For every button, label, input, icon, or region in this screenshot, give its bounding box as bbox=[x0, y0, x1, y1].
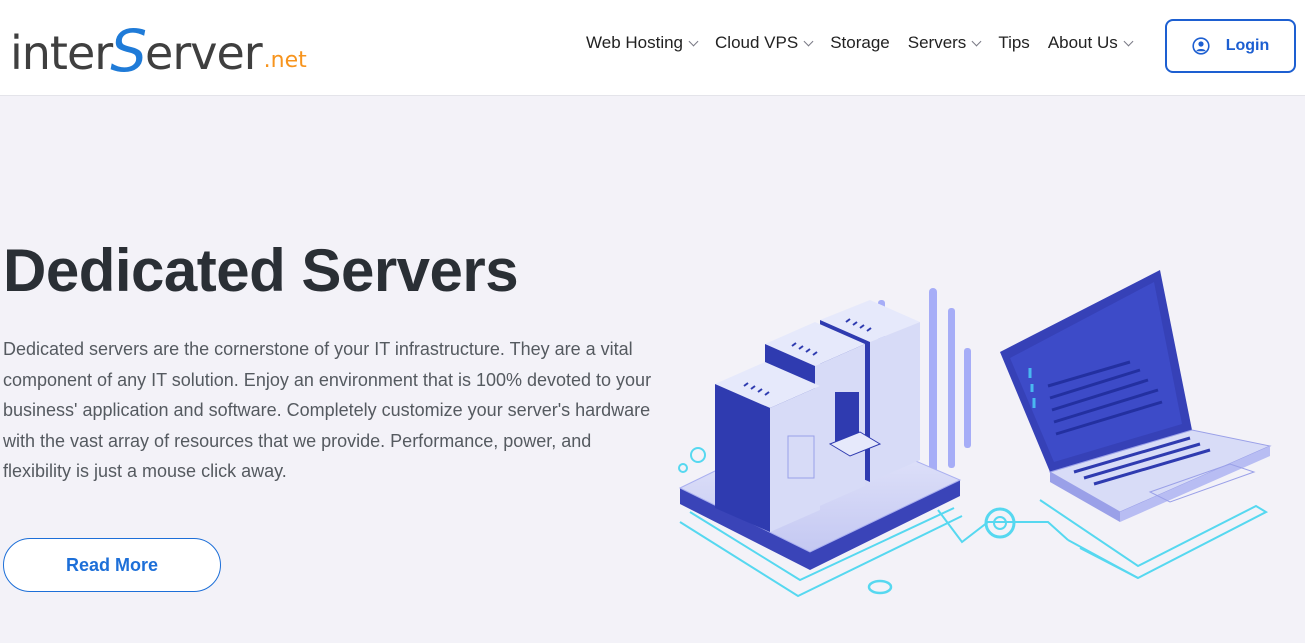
read-more-label: Read More bbox=[65, 554, 159, 575]
chevron-down-icon bbox=[688, 36, 699, 46]
dot-ring-1 bbox=[690, 447, 706, 463]
logo-text-inter: inter bbox=[10, 26, 113, 80]
nav-item-label: About Us bbox=[1047, 33, 1118, 52]
nav-item-cloud-vps[interactable]: Cloud VPS bbox=[715, 33, 814, 53]
nav-item-about-us[interactable]: About Us bbox=[1047, 33, 1134, 53]
chevron-down-icon bbox=[971, 36, 982, 46]
dot-ring-2 bbox=[678, 463, 688, 473]
ring-small bbox=[867, 579, 893, 595]
user-circle-icon bbox=[1192, 37, 1210, 55]
nav-item-label: Servers bbox=[907, 33, 967, 52]
rack-front-side bbox=[715, 384, 770, 532]
nav-item-label: Storage bbox=[830, 33, 890, 52]
nav-item-web-hosting[interactable]: Web Hosting bbox=[586, 33, 699, 53]
logo-text-net: .net bbox=[263, 48, 307, 73]
nav-item-storage[interactable]: Storage bbox=[830, 33, 890, 53]
server-rack-laptop-illustration bbox=[678, 270, 1272, 598]
nav-item-label: Tips bbox=[998, 33, 1030, 52]
site-header: inter S erver .net Web Hosting Cloud VPS… bbox=[0, 0, 1305, 96]
logo-text-erver: erver bbox=[145, 26, 263, 80]
hero-description: Dedicated servers are the cornerstone of… bbox=[3, 339, 652, 481]
page-title: Dedicated Servers bbox=[3, 237, 519, 304]
signal-bar-2 bbox=[929, 288, 937, 478]
signal-bar-3 bbox=[948, 308, 955, 468]
chevron-down-icon bbox=[1123, 36, 1134, 46]
nav-item-servers[interactable]: Servers bbox=[907, 33, 982, 53]
logo-text-s: S bbox=[110, 17, 148, 85]
login-button[interactable]: Login bbox=[1165, 19, 1296, 73]
main-nav: Web Hosting Cloud VPS Storage Servers Ti… bbox=[586, 30, 1150, 56]
interserver-logo[interactable]: inter S erver .net bbox=[10, 16, 307, 80]
signal-bar-4 bbox=[964, 348, 971, 448]
login-label: Login bbox=[1225, 37, 1270, 54]
nav-item-label: Cloud VPS bbox=[715, 33, 799, 52]
chevron-down-icon bbox=[803, 36, 814, 46]
rack-rear-front bbox=[870, 322, 920, 482]
read-more-button[interactable]: Read More bbox=[3, 538, 221, 592]
nav-item-tips[interactable]: Tips bbox=[998, 33, 1030, 53]
rack-front-front bbox=[770, 386, 820, 532]
nav-item-label: Web Hosting bbox=[586, 33, 684, 52]
